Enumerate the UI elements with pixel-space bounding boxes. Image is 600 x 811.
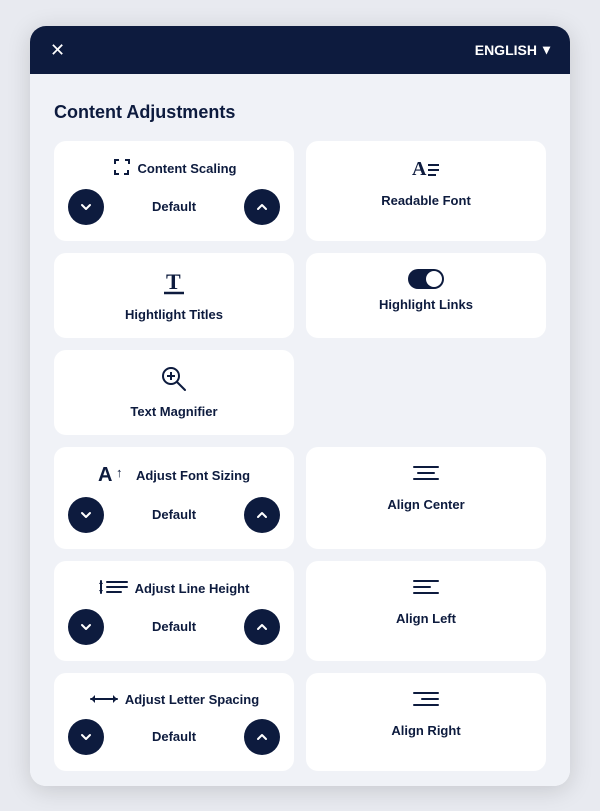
content-scaling-card[interactable]: Content Scaling Default xyxy=(54,141,294,241)
align-left-icon xyxy=(412,577,440,603)
svg-text:T: T xyxy=(166,269,181,294)
align-right-label: Align Right xyxy=(391,723,460,738)
text-magnifier-label: Text Magnifier xyxy=(130,404,217,419)
adjust-font-sizing-header: A ↑ Adjust Font Sizing xyxy=(68,463,280,489)
adjust-line-height-card[interactable]: Adjust Line Height Default xyxy=(54,561,294,661)
readable-font-icon: A xyxy=(412,157,440,185)
align-center-icon xyxy=(412,463,440,489)
adjust-letter-spacing-value: Default xyxy=(114,729,234,744)
highlight-links-label: Highlight Links xyxy=(379,297,473,312)
align-left-label: Align Left xyxy=(396,611,456,626)
font-sizing-up-btn[interactable] xyxy=(244,497,280,533)
adjust-line-height-stepper: Default xyxy=(68,609,280,645)
content-scaling-value: Default xyxy=(114,199,234,214)
svg-text:A: A xyxy=(98,464,112,485)
content-scaling-header: Content Scaling xyxy=(68,157,280,181)
adjust-font-sizing-label: Adjust Font Sizing xyxy=(136,468,250,483)
svg-text:↑: ↑ xyxy=(116,465,123,480)
content-scaling-label: Content Scaling xyxy=(138,161,237,176)
align-center-label: Align Center xyxy=(387,497,464,512)
highlight-titles-label: Hightlight Titles xyxy=(125,307,223,322)
close-button[interactable]: ✕ xyxy=(50,41,65,59)
line-height-up-btn[interactable] xyxy=(244,609,280,645)
readable-font-card[interactable]: A Readable Font xyxy=(306,141,546,241)
adjust-line-height-value: Default xyxy=(114,619,234,634)
adjust-font-sizing-stepper: Default xyxy=(68,497,280,533)
cards-grid: Content Scaling Default A xyxy=(54,141,546,771)
adjust-font-sizing-value: Default xyxy=(114,507,234,522)
content-scaling-stepper: Default xyxy=(68,189,280,225)
content-scaling-down-btn[interactable] xyxy=(68,189,104,225)
language-label: ENGLISH xyxy=(475,42,537,58)
adjust-line-height-icon xyxy=(99,577,129,601)
language-selector[interactable]: ENGLISH ▾ xyxy=(475,41,550,58)
highlight-titles-card[interactable]: T Hightlight Titles xyxy=(54,253,294,338)
align-left-card[interactable]: Align Left xyxy=(306,561,546,661)
text-magnifier-card[interactable]: Text Magnifier xyxy=(54,350,294,435)
adjust-letter-spacing-card[interactable]: Adjust Letter Spacing Default xyxy=(54,673,294,771)
align-right-icon xyxy=(412,689,440,715)
font-sizing-down-btn[interactable] xyxy=(68,497,104,533)
adjust-line-height-label: Adjust Line Height xyxy=(135,581,250,596)
topbar: ✕ ENGLISH ▾ xyxy=(30,26,570,74)
section-title: Content Adjustments xyxy=(54,102,546,123)
adjust-line-height-header: Adjust Line Height xyxy=(68,577,280,601)
readable-font-label: Readable Font xyxy=(381,193,471,208)
adjust-font-sizing-card[interactable]: A ↑ Adjust Font Sizing Default xyxy=(54,447,294,549)
highlight-titles-icon: T xyxy=(162,269,186,299)
align-right-card[interactable]: Align Right xyxy=(306,673,546,771)
adjust-letter-spacing-header: Adjust Letter Spacing xyxy=(68,689,280,711)
letter-spacing-up-btn[interactable] xyxy=(244,719,280,755)
adjust-letter-spacing-stepper: Default xyxy=(68,719,280,755)
line-height-down-btn[interactable] xyxy=(68,609,104,645)
align-center-card[interactable]: Align Center xyxy=(306,447,546,549)
svg-text:A: A xyxy=(412,158,427,180)
adjust-letter-spacing-label: Adjust Letter Spacing xyxy=(125,692,259,707)
highlight-links-card[interactable]: Highlight Links xyxy=(306,253,546,338)
toggle-knob xyxy=(426,271,442,287)
adjust-font-sizing-icon: A ↑ xyxy=(98,463,130,489)
letter-spacing-down-btn[interactable] xyxy=(68,719,104,755)
content-area: Content Adjustments Content Scaling xyxy=(30,74,570,786)
text-magnifier-icon xyxy=(161,366,187,396)
adjust-letter-spacing-icon xyxy=(89,689,119,711)
content-scaling-up-btn[interactable] xyxy=(244,189,280,225)
highlight-links-toggle[interactable] xyxy=(408,269,444,289)
content-scaling-icon xyxy=(112,157,132,181)
main-window: ✕ ENGLISH ▾ Content Adjustments Content … xyxy=(30,26,570,786)
highlight-links-toggle-wrap xyxy=(408,269,444,289)
chevron-down-icon: ▾ xyxy=(543,41,550,58)
